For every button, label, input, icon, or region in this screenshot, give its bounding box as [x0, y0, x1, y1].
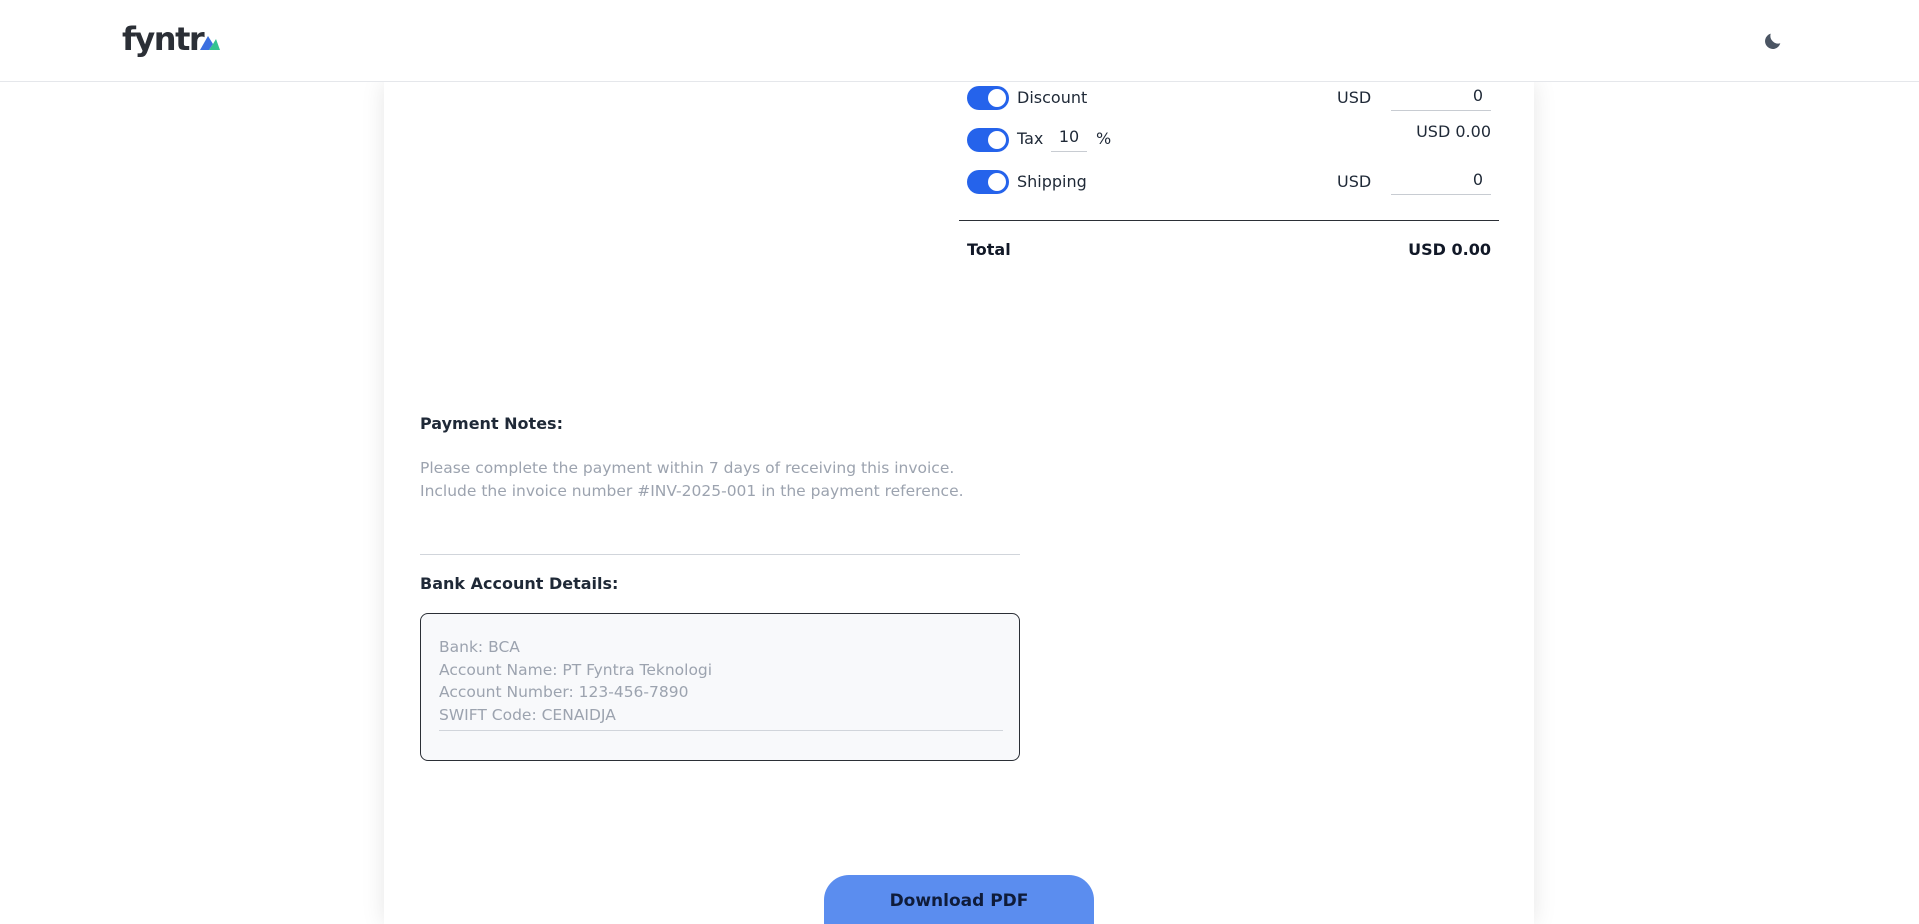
- tax-label: Tax: [1017, 129, 1044, 148]
- toggle-knob: [988, 131, 1006, 149]
- total-label: Total: [967, 240, 1011, 259]
- download-pdf-button[interactable]: Download PDF: [824, 875, 1094, 924]
- bank-details-textarea[interactable]: Bank: BCA Account Name: PT Fyntra Teknol…: [420, 613, 1020, 761]
- notes-divider: [420, 554, 1020, 555]
- invoice-card: Discount USD Tax % USD 0.00 Shipping USD…: [384, 81, 1534, 924]
- tax-toggle[interactable]: [967, 128, 1009, 152]
- bank-details-text: Bank: BCA Account Name: PT Fyntra Teknol…: [439, 636, 1003, 731]
- toggle-knob: [988, 173, 1006, 191]
- shipping-currency: USD: [1337, 172, 1372, 191]
- tax-rate-input[interactable]: [1051, 122, 1087, 152]
- total-value: USD 0.00: [1408, 240, 1491, 259]
- bank-line: Account Number: 123-456-7890: [439, 683, 689, 701]
- bank-details-label: Bank Account Details:: [420, 574, 619, 593]
- bank-line: SWIFT Code: CENAIDJA: [439, 705, 616, 724]
- discount-label: Discount: [1017, 88, 1088, 107]
- tax-percent-sign: %: [1096, 129, 1112, 148]
- payment-notes-label: Payment Notes:: [420, 414, 563, 433]
- bank-line: Bank: BCA: [439, 638, 520, 656]
- tax-row: Tax % USD 0.00: [959, 122, 1499, 154]
- total-divider: [959, 220, 1499, 221]
- shipping-input[interactable]: [1391, 165, 1491, 195]
- discount-row: Discount USD: [959, 81, 1499, 112]
- discount-input[interactable]: [1391, 81, 1491, 111]
- shipping-row: Shipping USD: [959, 165, 1499, 196]
- shipping-toggle[interactable]: [967, 170, 1009, 194]
- discount-toggle[interactable]: [967, 86, 1009, 110]
- discount-currency: USD: [1337, 88, 1372, 107]
- theme-toggle-button[interactable]: [1762, 30, 1784, 52]
- bank-line: Account Name: PT Fyntra Teknologi: [439, 660, 713, 679]
- payment-notes-textarea[interactable]: Please complete the payment within 7 day…: [420, 457, 1020, 503]
- payment-notes-line: Include the invoice number #INV-2025-001…: [420, 482, 964, 500]
- top-bar: fyntr: [0, 0, 1919, 82]
- payment-notes-line: Please complete the payment within 7 day…: [420, 459, 955, 477]
- shipping-label: Shipping: [1017, 172, 1087, 191]
- logo-mark-icon: [200, 36, 221, 50]
- toggle-knob: [988, 89, 1006, 107]
- fyntra-logo[interactable]: fyntr: [122, 20, 221, 58]
- moon-icon: [1765, 33, 1781, 49]
- tax-amount: USD 0.00: [1416, 122, 1491, 141]
- logo-text: fyntr: [122, 20, 205, 58]
